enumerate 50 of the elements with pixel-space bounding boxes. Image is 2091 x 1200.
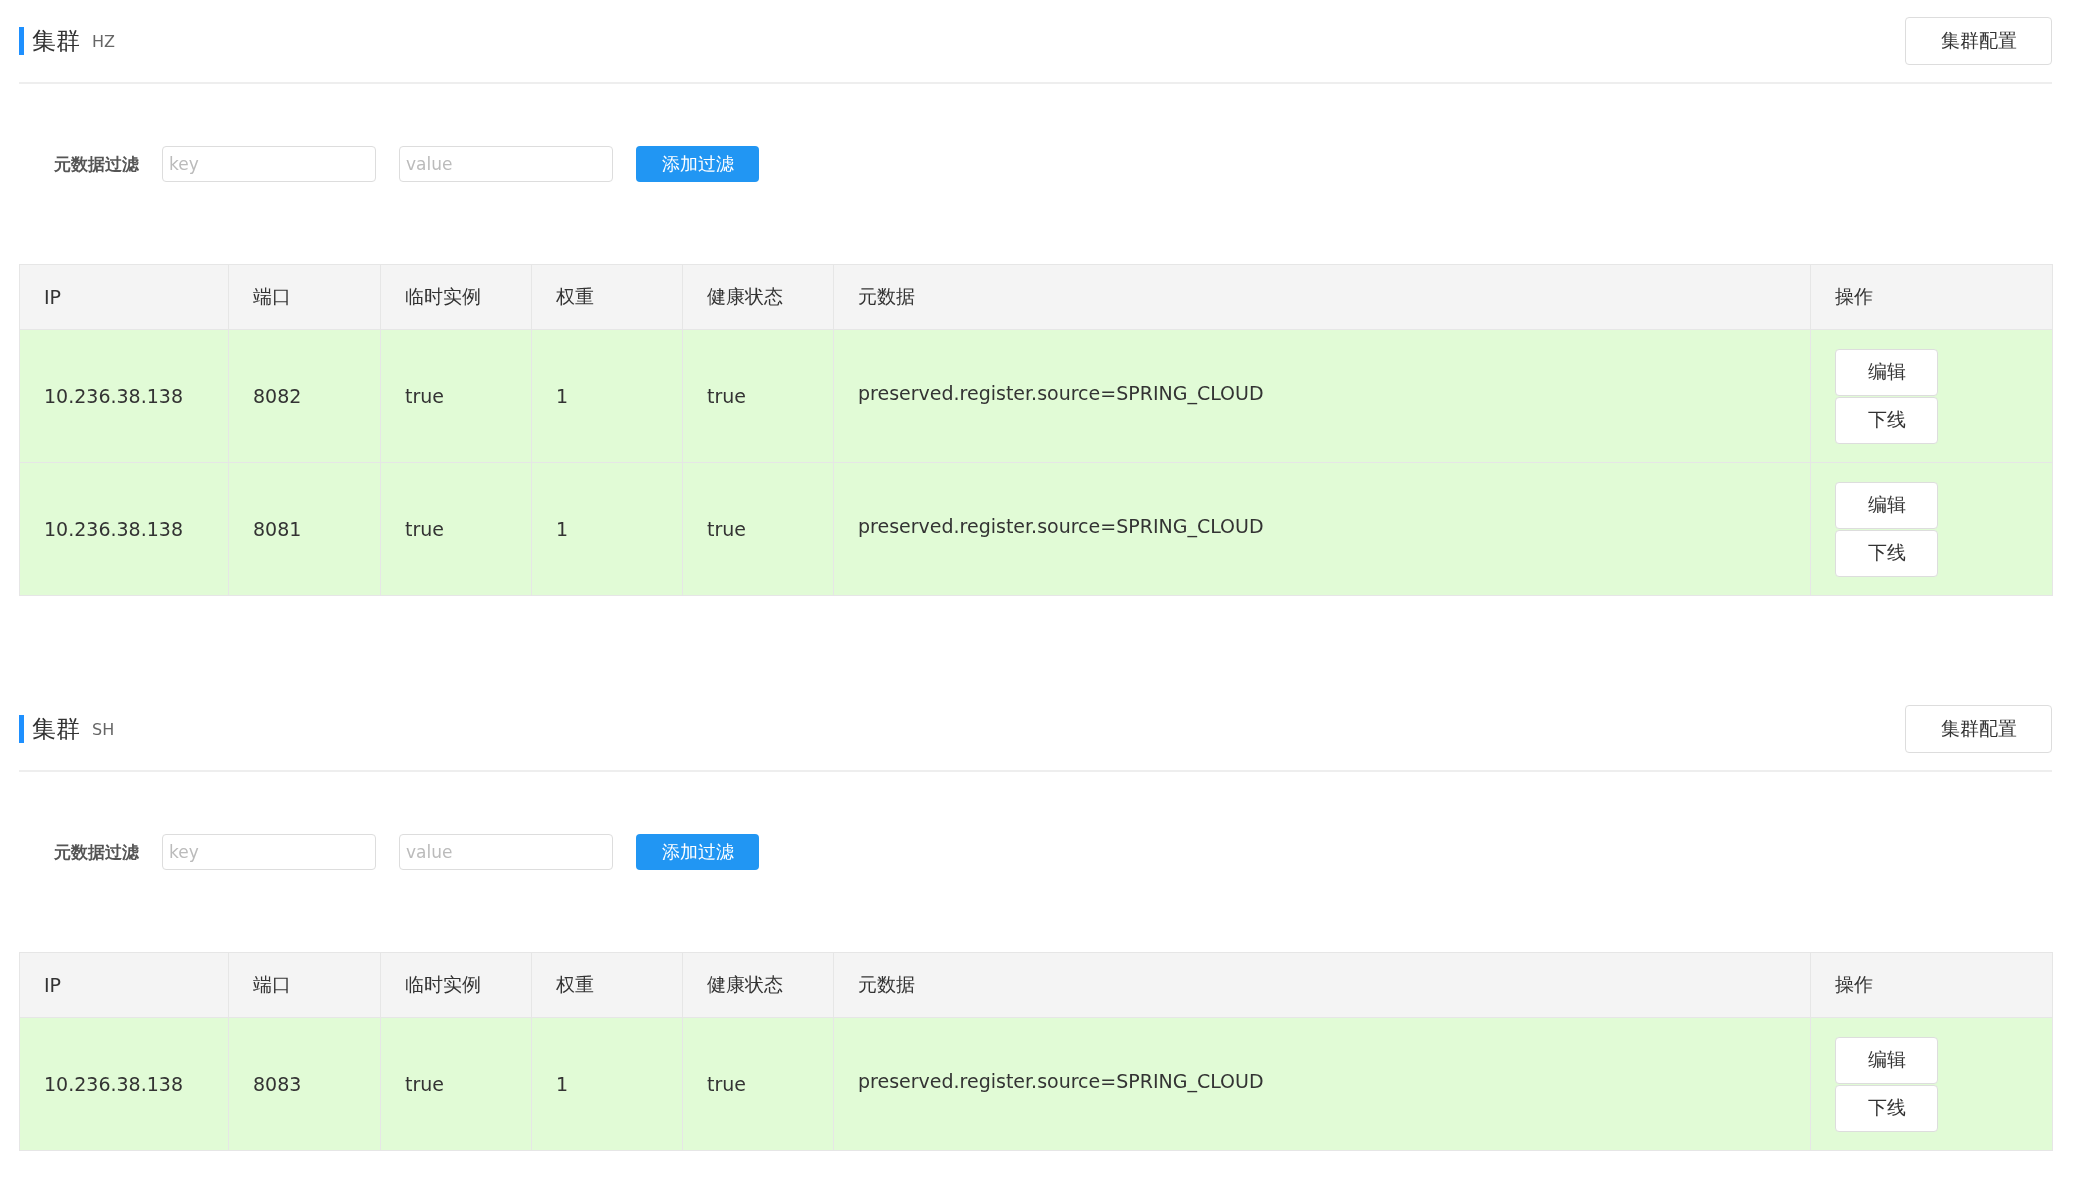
table-cell: true: [682, 1017, 834, 1151]
key-input-field[interactable]: key: [162, 834, 376, 870]
column-header: IP: [19, 952, 229, 1018]
value-input-field[interactable]: value: [399, 834, 613, 870]
offline-button[interactable]: 下线: [1835, 396, 1938, 444]
column-header: 权重: [531, 952, 683, 1018]
edit-button[interactable]: 编辑: [1835, 1036, 1938, 1084]
cluster-title: 集群: [19, 715, 80, 743]
column-header: 端口: [228, 952, 381, 1018]
table-cell: 8083: [228, 1017, 381, 1151]
table-cell: true: [380, 1017, 532, 1151]
column-header: 操作: [1810, 264, 2053, 330]
column-header: 临时实例: [380, 952, 532, 1018]
table-cell: 8082: [228, 329, 381, 463]
table-cell: true: [682, 329, 834, 463]
table-cell: 1: [531, 329, 683, 463]
filter-label: 元数据过滤: [54, 840, 139, 864]
value-input-field[interactable]: value: [399, 146, 613, 182]
table-cell: 10.236.38.138: [19, 329, 229, 463]
table-cell: 1: [531, 1017, 683, 1151]
table-cell: preserved.register.source=SPRING_CLOUD: [833, 462, 1811, 596]
table-cell: preserved.register.source=SPRING_CLOUD: [833, 329, 1811, 463]
offline-button[interactable]: 下线: [1835, 529, 1938, 577]
column-header: 健康状态: [682, 952, 834, 1018]
table-cell: 1: [531, 462, 683, 596]
cluster-config-button[interactable]: 集群配置: [1905, 705, 2052, 753]
cluster-name: HZ: [92, 31, 115, 51]
filter-label: 元数据过滤: [54, 152, 139, 176]
cluster-name: SH: [92, 719, 115, 739]
column-header: 元数据: [833, 952, 1811, 1018]
table-cell: 10.236.38.138: [19, 462, 229, 596]
column-header: 健康状态: [682, 264, 834, 330]
column-header: IP: [19, 264, 229, 330]
table-cell: true: [380, 462, 532, 596]
key-input-field[interactable]: key: [162, 146, 376, 182]
column-header: 端口: [228, 264, 381, 330]
column-header: 元数据: [833, 264, 1811, 330]
cluster-config-button[interactable]: 集群配置: [1905, 17, 2052, 65]
edit-button[interactable]: 编辑: [1835, 481, 1938, 529]
table-cell: true: [380, 329, 532, 463]
table-cell: 10.236.38.138: [19, 1017, 229, 1151]
table-cell: 8081: [228, 462, 381, 596]
offline-button[interactable]: 下线: [1835, 1084, 1938, 1132]
table-cell: true: [682, 462, 834, 596]
edit-button[interactable]: 编辑: [1835, 348, 1938, 396]
cluster-title: 集群: [19, 27, 80, 55]
table-cell: preserved.register.source=SPRING_CLOUD: [833, 1017, 1811, 1151]
column-header: 临时实例: [380, 264, 532, 330]
column-header: 权重: [531, 264, 683, 330]
column-header: 操作: [1810, 952, 2053, 1018]
